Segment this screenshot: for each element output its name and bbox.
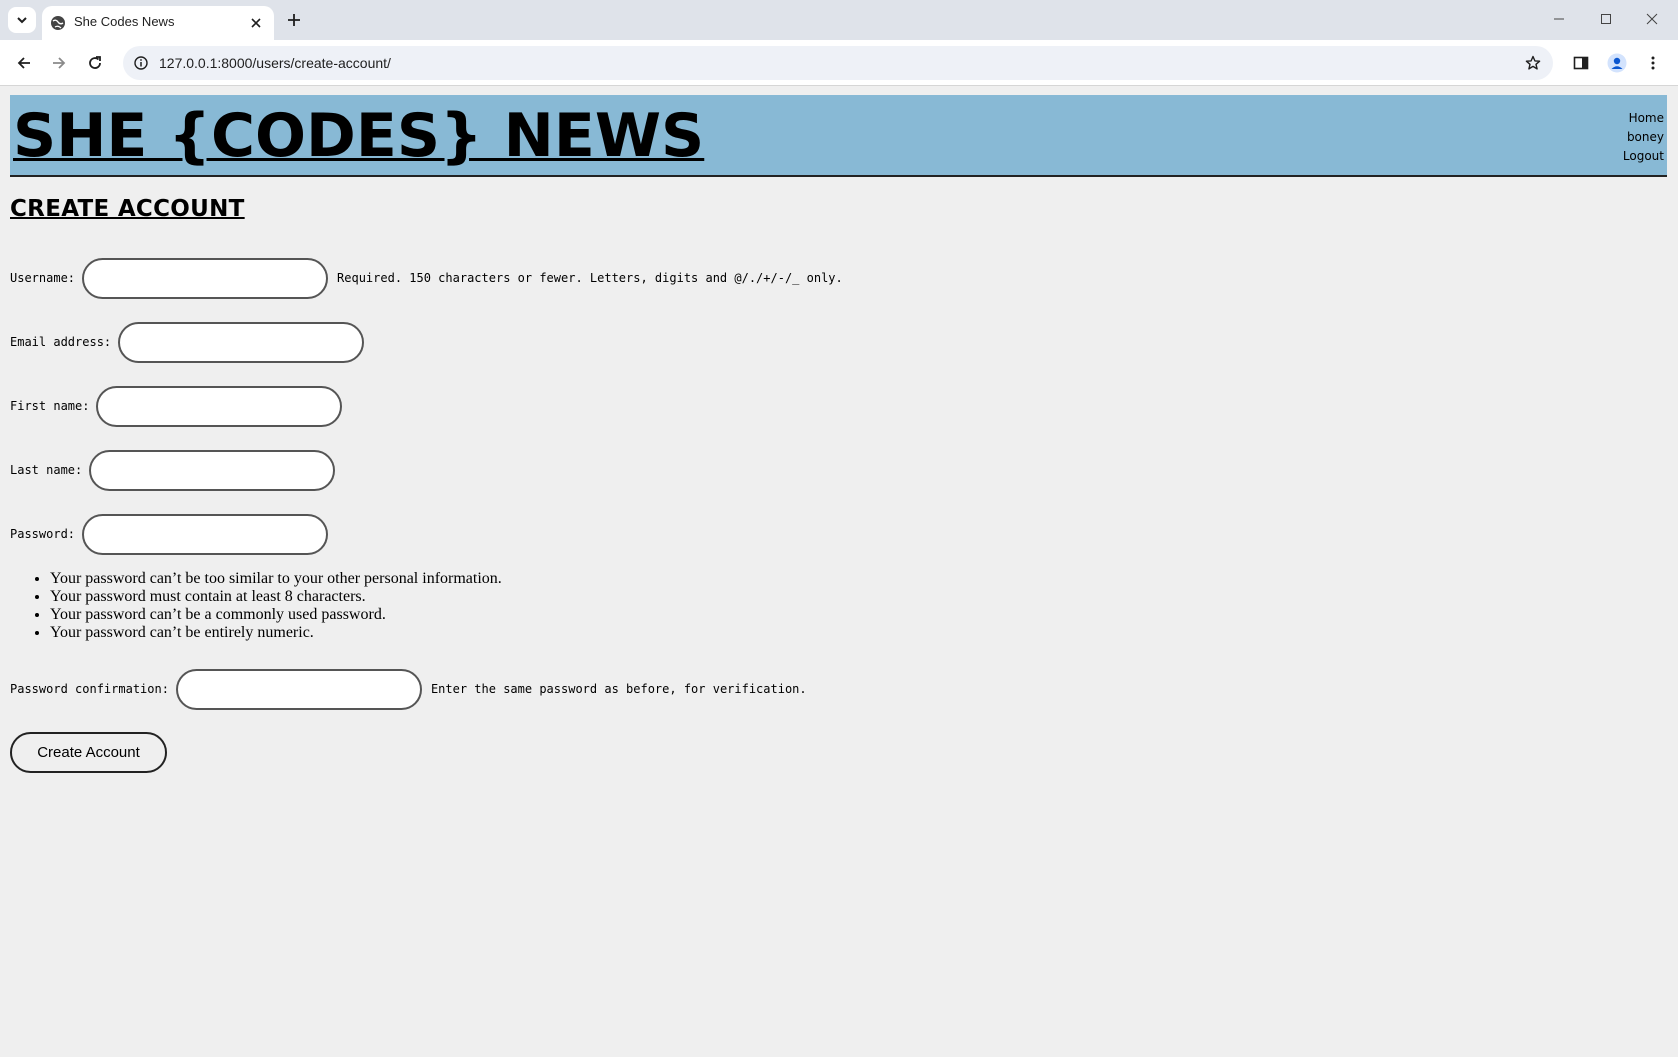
browser-toolbar: 127.0.0.1:8000/users/create-account/	[0, 40, 1678, 86]
bookmark-button[interactable]	[1523, 53, 1543, 73]
first-name-row: First name:	[10, 385, 343, 427]
back-arrow-icon	[17, 57, 30, 69]
email-input[interactable]	[118, 321, 365, 363]
last-name-input[interactable]	[89, 449, 336, 491]
minimize-icon	[1554, 18, 1564, 20]
reload-icon	[89, 56, 101, 69]
browser-tab[interactable]: She Codes News	[42, 6, 274, 40]
kebab-menu-icon	[1651, 56, 1655, 70]
last-name-label: Last name:	[10, 463, 83, 477]
email-row: Email address:	[10, 321, 365, 363]
password-confirm-input[interactable]	[175, 668, 422, 710]
address-bar[interactable]: 127.0.0.1:8000/users/create-account/	[123, 46, 1553, 80]
forward-button[interactable]	[46, 50, 72, 76]
create-account-button[interactable]: Create Account	[10, 732, 167, 773]
username-label: Username:	[10, 271, 76, 285]
tab-close-button[interactable]	[246, 13, 266, 33]
star-icon	[1525, 55, 1541, 70]
password-label: Password:	[10, 527, 76, 541]
first-name-label: First name:	[10, 399, 90, 413]
email-label: Email address:	[10, 335, 112, 349]
back-button[interactable]	[11, 50, 37, 76]
first-name-input[interactable]	[96, 385, 343, 427]
password-rule-item: Your password can’t be entirely numeric.	[50, 624, 502, 642]
profile-icon	[1607, 53, 1627, 73]
side-panel-icon	[1573, 56, 1589, 70]
globe-icon	[51, 16, 65, 30]
password-input[interactable]	[82, 513, 329, 555]
maximize-icon	[1601, 14, 1611, 24]
username-input[interactable]	[82, 257, 329, 299]
password-rule-item: Your password can’t be a commonly used p…	[50, 606, 502, 624]
url-text[interactable]: 127.0.0.1:8000/users/create-account/	[159, 55, 391, 71]
tab-strip: She Codes News	[0, 0, 1678, 40]
password-confirm-row: Password confirmation: Enter the same pa…	[10, 668, 807, 710]
username-help-text: Required. 150 characters or fewer. Lette…	[337, 271, 843, 285]
minimize-button[interactable]	[1544, 8, 1574, 30]
nav-user-link[interactable]: boney	[1623, 128, 1664, 147]
maximize-button[interactable]	[1591, 8, 1621, 30]
nav-logout-link[interactable]: Logout	[1623, 147, 1664, 166]
browser-menu-button[interactable]	[1640, 50, 1666, 76]
password-confirm-label: Password confirmation:	[10, 682, 169, 696]
chevron-down-icon	[17, 17, 27, 24]
tab-search-button[interactable]	[8, 7, 36, 33]
info-icon	[134, 56, 148, 70]
username-row: Username: Required. 150 characters or fe…	[10, 257, 843, 299]
page-viewport: SHE {CODES} NEWS Home boney Logout CREAT…	[0, 86, 1678, 1057]
close-window-button[interactable]	[1637, 8, 1667, 30]
nav-home-link[interactable]: Home	[1623, 109, 1664, 128]
tab-title: She Codes News	[74, 14, 175, 29]
site-title-link[interactable]: SHE {CODES} NEWS	[13, 100, 704, 172]
password-rule-item: Your password must contain at least 8 ch…	[50, 588, 502, 606]
reload-button[interactable]	[82, 50, 108, 76]
side-panel-button[interactable]	[1568, 50, 1594, 76]
page-title: CREATE ACCOUNT	[10, 196, 245, 222]
close-icon	[251, 18, 261, 28]
site-header: SHE {CODES} NEWS Home boney Logout	[10, 95, 1667, 177]
plus-icon	[288, 14, 300, 26]
close-window-icon	[1646, 13, 1658, 25]
password-rules-list: Your password can’t be too similar to yo…	[50, 570, 502, 642]
password-rule-item: Your password can’t be too similar to yo…	[50, 570, 502, 588]
profile-button[interactable]	[1604, 50, 1630, 76]
password-confirm-help-text: Enter the same password as before, for v…	[430, 682, 807, 696]
password-row: Password:	[10, 513, 329, 555]
forward-arrow-icon	[53, 57, 66, 69]
last-name-row: Last name:	[10, 449, 336, 491]
site-nav: Home boney Logout	[1623, 109, 1664, 166]
site-info-button[interactable]	[132, 54, 150, 72]
new-tab-button[interactable]	[283, 9, 305, 31]
